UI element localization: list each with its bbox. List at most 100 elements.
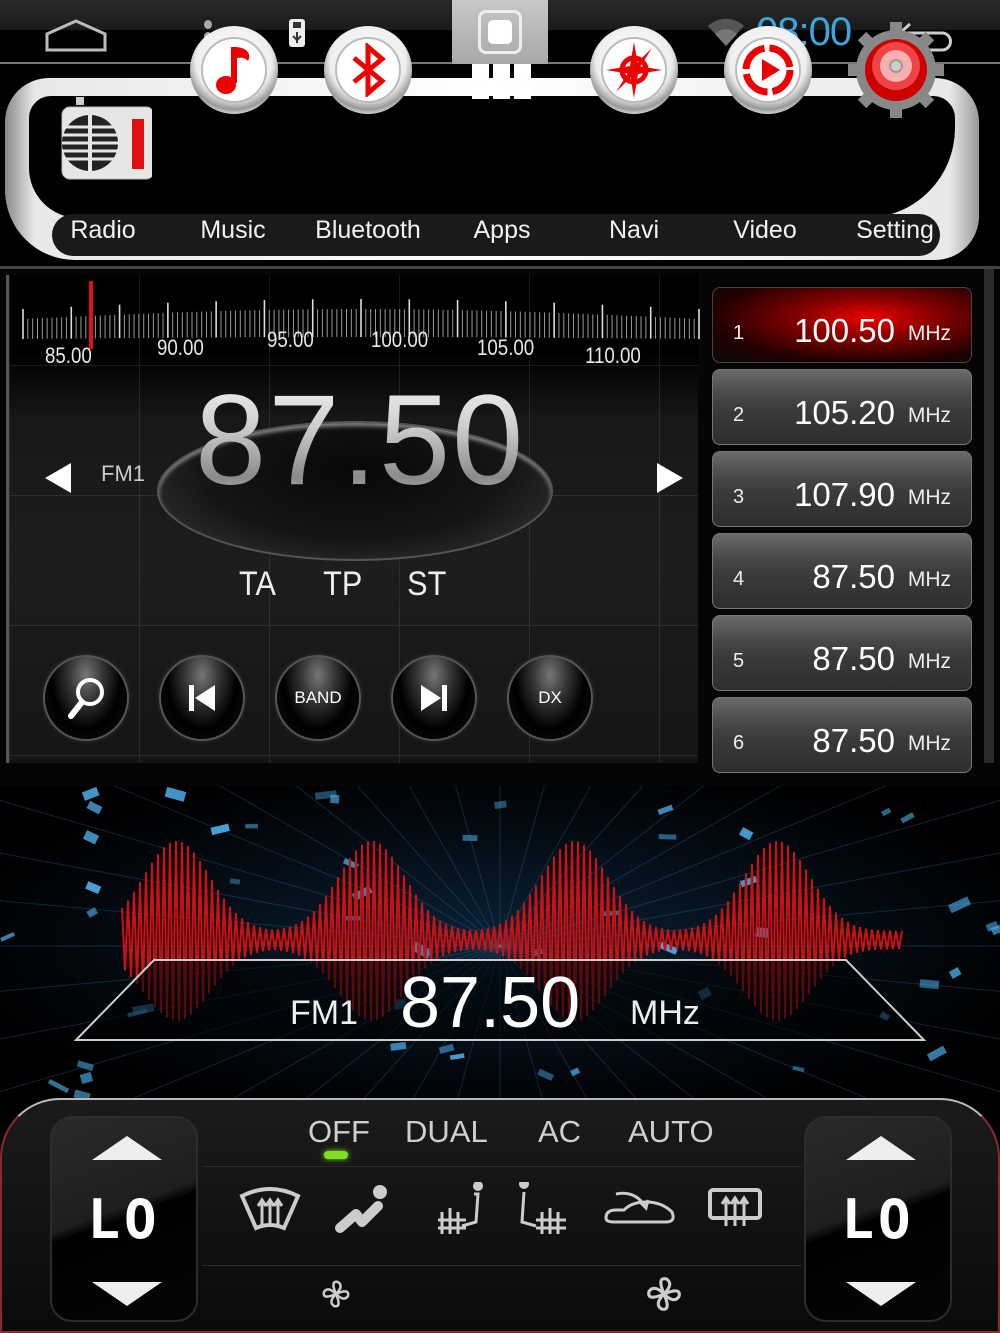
windshield-defrost-icon[interactable] bbox=[238, 1182, 302, 1238]
next-button[interactable] bbox=[391, 655, 477, 741]
preset-number: 4 bbox=[733, 568, 745, 590]
app-label-bluetooth[interactable]: Bluetooth bbox=[303, 216, 433, 245]
preset-frequency: 87.50 bbox=[812, 640, 895, 677]
right-temp-up-icon[interactable] bbox=[846, 1136, 916, 1160]
bg-tile bbox=[449, 1053, 465, 1060]
preset-frequency: 87.50 bbox=[812, 722, 895, 759]
scale-label: 105.00 bbox=[477, 335, 535, 360]
compass-icon bbox=[606, 42, 662, 98]
preset-number: 3 bbox=[733, 486, 745, 508]
readout-band: FM1 bbox=[290, 994, 358, 1032]
radio-icon bbox=[61, 97, 152, 180]
scale-label: 110.00 bbox=[585, 343, 641, 368]
app-music[interactable] bbox=[184, 20, 284, 120]
left-temp-value: LO bbox=[87, 1188, 161, 1251]
bg-tile bbox=[657, 804, 674, 815]
grid-ray bbox=[218, 786, 501, 947]
seek-right-arrow-icon[interactable] bbox=[657, 463, 683, 493]
mode-ac-button[interactable]: AC bbox=[538, 1114, 581, 1150]
scale-label: 95.00 bbox=[267, 327, 314, 352]
preset-button-1[interactable]: 1 100.50 MHz bbox=[712, 287, 972, 363]
bg-tile bbox=[229, 878, 241, 885]
radio-panel: 85.00 90.00 95.00 100.00 105.00 110.00 F… bbox=[0, 266, 1000, 786]
tuning-needle[interactable] bbox=[89, 281, 94, 349]
app-navi[interactable] bbox=[584, 20, 684, 120]
home-icon[interactable] bbox=[44, 18, 108, 52]
app-bluetooth[interactable] bbox=[318, 20, 418, 120]
preset-number: 6 bbox=[733, 732, 745, 754]
grid-ray bbox=[499, 786, 592, 947]
bg-tile bbox=[792, 1065, 805, 1073]
app-setting[interactable] bbox=[846, 20, 946, 120]
scale-label: 90.00 bbox=[157, 335, 204, 360]
bg-tile bbox=[86, 800, 103, 815]
app-radio[interactable] bbox=[52, 92, 152, 192]
app-label-navi[interactable]: Navi bbox=[569, 216, 699, 245]
app-label-radio[interactable]: Radio bbox=[38, 216, 168, 245]
band-label: FM1 bbox=[101, 461, 145, 486]
recent-apps-icon bbox=[478, 10, 522, 54]
bg-tile bbox=[73, 1089, 91, 1098]
preset-number: 2 bbox=[733, 404, 745, 426]
left-temp-control: LO bbox=[50, 1116, 198, 1322]
bg-tile bbox=[85, 881, 102, 895]
app-label-apps[interactable]: Apps bbox=[437, 216, 567, 245]
preset-button-5[interactable]: 5 87.50 MHz bbox=[712, 615, 972, 691]
bg-tile bbox=[948, 966, 962, 979]
preset-unit: MHz bbox=[907, 322, 951, 345]
seek-left-arrow-icon[interactable] bbox=[45, 463, 71, 493]
off-indicator-led bbox=[324, 1151, 348, 1159]
app-label-music[interactable]: Music bbox=[168, 216, 298, 245]
prev-button[interactable] bbox=[159, 655, 245, 741]
bg-tile bbox=[739, 875, 758, 888]
skip-previous-icon bbox=[189, 685, 215, 711]
bg-tile bbox=[82, 830, 100, 845]
preset-button-4[interactable]: 4 87.50 MHz bbox=[712, 533, 972, 609]
scale-label: 100.00 bbox=[371, 327, 429, 352]
seat-heat-right-icon[interactable] bbox=[514, 1182, 578, 1238]
readout-unit: MHz bbox=[630, 994, 700, 1032]
mode-dual-button[interactable]: DUAL bbox=[405, 1114, 488, 1150]
bg-tile bbox=[0, 932, 15, 942]
play-icon bbox=[742, 44, 794, 96]
flag-st: ST bbox=[407, 565, 447, 603]
mode-off-button[interactable]: OFF bbox=[308, 1114, 370, 1150]
usb-icon bbox=[289, 19, 305, 47]
air-flow-icon[interactable] bbox=[332, 1182, 396, 1238]
seat-heat-left-icon[interactable] bbox=[432, 1182, 496, 1238]
recent-apps-button[interactable] bbox=[452, 0, 548, 64]
bg-tile bbox=[570, 1067, 581, 1077]
app-label-setting[interactable]: Setting bbox=[830, 216, 960, 245]
fan-high-icon[interactable] bbox=[644, 1274, 684, 1314]
preset-button-6[interactable]: 6 87.50 MHz bbox=[712, 697, 972, 773]
preset-unit: MHz bbox=[907, 732, 951, 755]
bg-tile bbox=[79, 1071, 94, 1084]
climate-panel: LO LO OFF DUAL AC AUTO bbox=[0, 1098, 1000, 1333]
rear-defrost-icon[interactable] bbox=[704, 1182, 768, 1238]
right-temp-value: LO bbox=[841, 1188, 915, 1251]
app-video[interactable] bbox=[718, 20, 818, 120]
bg-tile bbox=[462, 834, 478, 842]
mode-auto-button[interactable]: AUTO bbox=[628, 1114, 714, 1150]
tuner-area: 85.00 90.00 95.00 100.00 105.00 110.00 F… bbox=[6, 275, 700, 763]
scale-label: 85.00 bbox=[45, 343, 92, 368]
left-temp-down-icon[interactable] bbox=[92, 1282, 162, 1306]
right-temp-control: LO bbox=[804, 1116, 952, 1322]
skip-next-icon bbox=[421, 685, 447, 711]
preset-number: 1 bbox=[733, 322, 745, 344]
search-button[interactable] bbox=[43, 655, 129, 741]
recirculation-icon[interactable] bbox=[602, 1182, 678, 1238]
dx-button[interactable]: DX bbox=[507, 655, 593, 741]
band-button[interactable]: BAND bbox=[275, 655, 361, 741]
bg-tile bbox=[602, 910, 621, 917]
music-note-icon bbox=[216, 47, 250, 94]
preset-button-2[interactable]: 2 105.20 MHz bbox=[712, 369, 972, 445]
fan-low-icon[interactable] bbox=[320, 1278, 352, 1310]
right-temp-down-icon[interactable] bbox=[846, 1282, 916, 1306]
app-label-video[interactable]: Video bbox=[700, 216, 830, 245]
preset-unit: MHz bbox=[907, 568, 951, 591]
bg-tile bbox=[900, 812, 915, 824]
preset-button-3[interactable]: 3 107.90 MHz bbox=[712, 451, 972, 527]
left-temp-up-icon[interactable] bbox=[92, 1136, 162, 1160]
readout-frequency: 87.50 bbox=[400, 963, 581, 1043]
